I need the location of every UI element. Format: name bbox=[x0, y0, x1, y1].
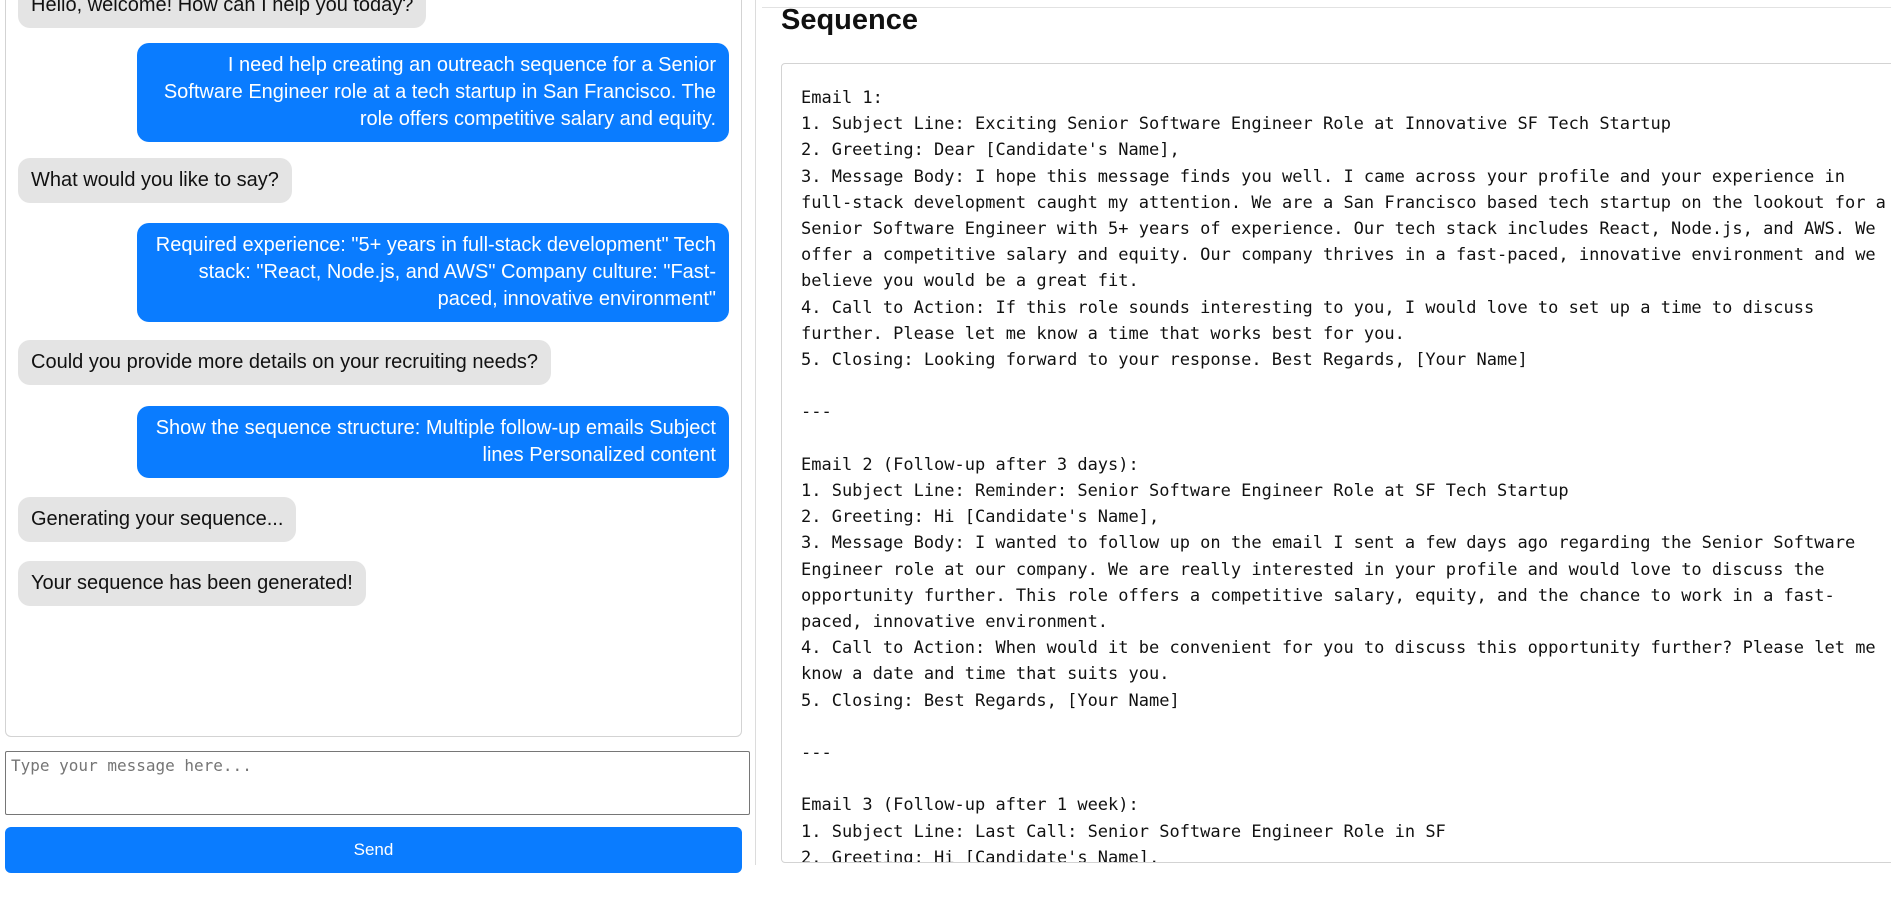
send-button[interactable]: Send bbox=[5, 827, 742, 873]
bot-message: Hello, welcome! How can I help you today… bbox=[18, 0, 427, 28]
user-message: I need help creating an outreach sequenc… bbox=[137, 43, 729, 142]
pane-divider bbox=[755, 0, 756, 865]
sequence-title: Sequence bbox=[781, 4, 918, 36]
sequence-text: Email 1: 1. Subject Line: Exciting Senio… bbox=[801, 88, 1886, 863]
chat-panel: Hello, welcome! How can I help you today… bbox=[0, 0, 752, 901]
user-message: Show the sequence structure: Multiple fo… bbox=[137, 406, 729, 478]
bot-message: What would you like to say? bbox=[18, 158, 292, 203]
header-rule bbox=[762, 7, 1891, 8]
bot-message: Generating your sequence... bbox=[18, 497, 297, 542]
bot-message: Your sequence has been generated! bbox=[18, 561, 366, 606]
message-input[interactable] bbox=[5, 751, 750, 815]
chat-history[interactable]: Hello, welcome! How can I help you today… bbox=[5, 0, 742, 737]
sequence-output[interactable]: Email 1: 1. Subject Line: Exciting Senio… bbox=[781, 63, 1891, 863]
user-message: Required experience: "5+ years in full-s… bbox=[137, 223, 729, 322]
bot-message: Could you provide more details on your r… bbox=[18, 340, 551, 385]
